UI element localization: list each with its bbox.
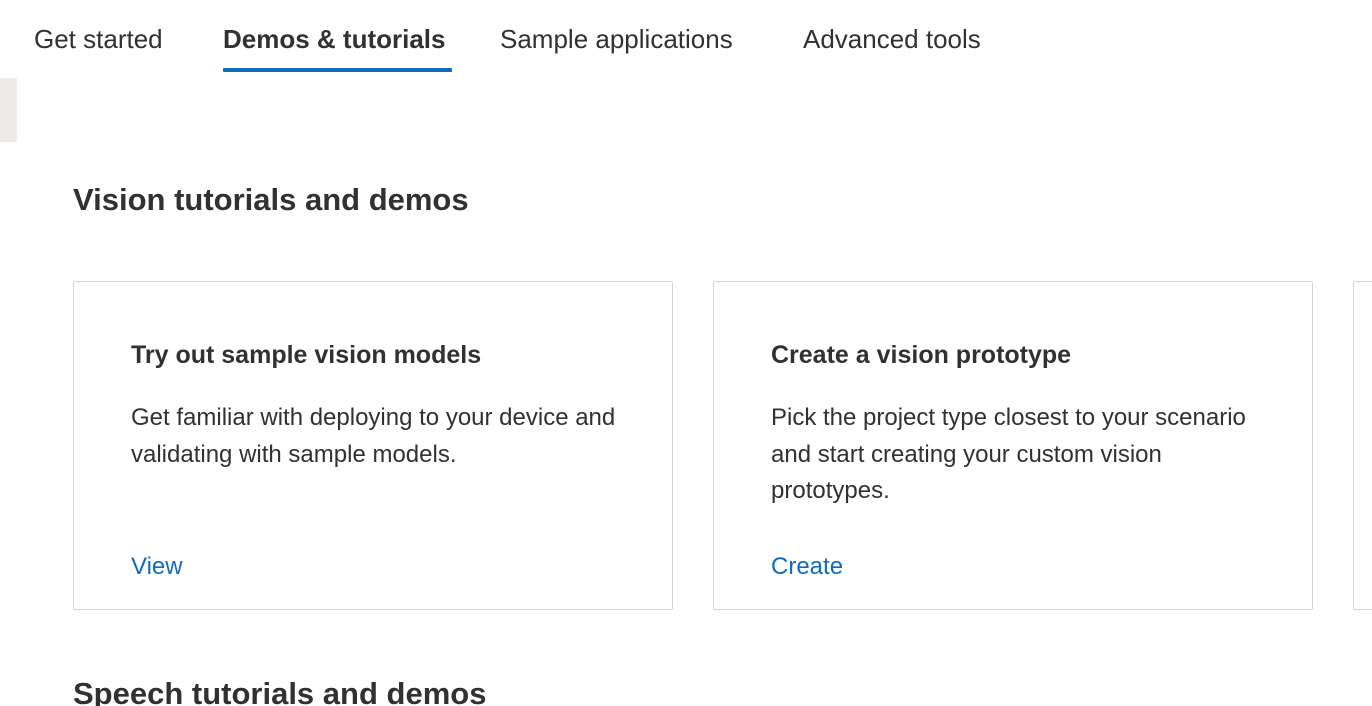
tab-demos-tutorials[interactable]: Demos & tutorials	[223, 22, 452, 72]
view-link[interactable]: View	[131, 550, 183, 584]
create-link[interactable]: Create	[771, 550, 843, 584]
card-sample-vision-models: Try out sample vision models Get familia…	[73, 281, 673, 610]
tab-sample-applications[interactable]: Sample applications	[500, 22, 733, 72]
side-panel-stub	[0, 78, 17, 142]
section-title-speech: Speech tutorials and demos	[73, 676, 487, 706]
tab-bar: Get started Demos & tutorials Sample app…	[0, 0, 1372, 76]
card-description: Pick the project type closest to your sc…	[771, 404, 1246, 504]
tab-advanced-tools[interactable]: Advanced tools	[803, 22, 981, 72]
card-vision-prototype: Create a vision prototype Pick the proje…	[713, 281, 1313, 610]
card-description: Get familiar with deploying to your devi…	[131, 404, 616, 468]
tab-get-started[interactable]: Get started	[34, 22, 163, 72]
card-title: Try out sample vision models	[131, 341, 482, 369]
card-title: Create a vision prototype	[771, 341, 1072, 369]
page: Get started Demos & tutorials Sample app…	[0, 0, 1372, 706]
card-partial-offscreen	[1353, 281, 1372, 610]
section-title-vision: Vision tutorials and demos	[73, 182, 469, 217]
